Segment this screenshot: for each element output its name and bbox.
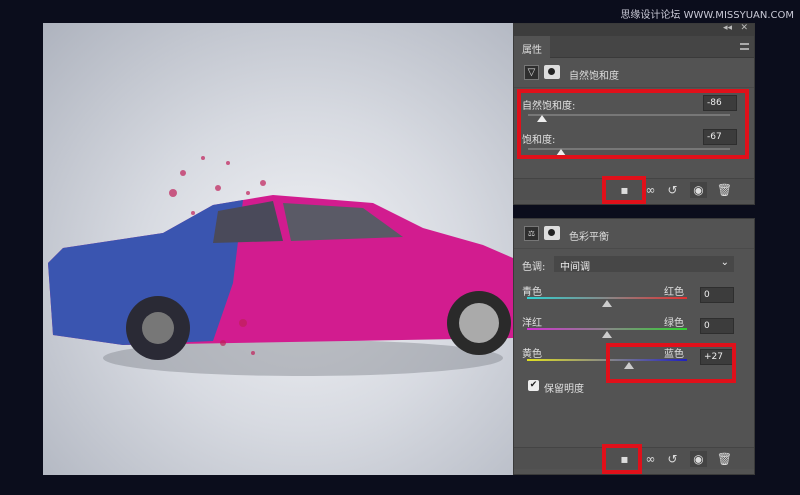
panel-tabs: 属性 [514,36,754,58]
slider-right-label: 红色 [664,287,684,298]
layer-mask-icon[interactable] [544,226,560,240]
collapse-icon[interactable]: ◂◂ [723,23,732,33]
visibility-eye-icon[interactable]: ◉ [690,182,707,198]
chevron-down-icon: ⌄ [720,257,729,268]
panel-topbar: ◂◂ ✕ [514,23,754,36]
close-icon[interactable]: ✕ [740,23,748,33]
document-canvas[interactable] [43,23,513,475]
tab-properties[interactable]: 属性 [514,36,550,58]
vibrance-adjustment-icon: ▽ [524,65,539,80]
slider-value-input[interactable]: 0 [700,287,734,303]
tone-select[interactable]: 中间调 ⌄ [554,256,734,273]
panel-title: 色彩平衡 [569,232,609,243]
panel-header: ▽ 自然饱和度 [514,58,754,88]
highlight-box [602,176,646,204]
tone-label: 色调: [522,262,546,273]
color-balance-slider-thumb[interactable] [602,300,612,307]
delete-icon[interactable]: 🗑 [716,451,733,467]
visibility-eye-icon[interactable]: ◉ [690,451,707,467]
slider-left-label: 青色 [522,287,542,298]
slider-left-label: 黄色 [522,349,542,360]
panel-title: 自然饱和度 [569,71,619,82]
highlight-box [606,343,736,383]
slider-value-input[interactable]: 0 [700,318,734,334]
color-balance-slider[interactable] [527,328,687,330]
panel-menu-icon[interactable] [740,43,749,50]
tone-select-value: 中间调 [560,262,590,273]
properties-panel-vibrance: ◂◂ ✕ 属性 ▽ 自然饱和度 自然饱和度: -86 饱和度: -67 ▪ ∞ … [513,23,755,205]
preserve-luminosity-checkbox[interactable]: ✔ [528,380,539,391]
delete-icon[interactable]: 🗑 [716,182,733,198]
color-balance-icon: ⚖ [524,226,539,241]
highlight-box [517,89,749,159]
highlight-box [602,444,642,474]
watermark: 思缘设计论坛 WWW.MISSYUAN.COM [620,10,794,21]
preserve-luminosity-label: 保留明度 [544,384,584,395]
view-previous-state-icon[interactable]: ∞ [642,451,659,467]
car-image [48,156,513,376]
reset-icon[interactable]: ↺ [664,451,681,467]
color-balance-slider-thumb[interactable] [602,331,612,338]
slider-right-label: 绿色 [664,318,684,329]
layer-mask-icon[interactable] [544,65,560,79]
panel-header: ⚖ 色彩平衡 [514,219,754,249]
properties-panel-color-balance: ⚖ 色彩平衡 色调: 中间调 ⌄ 青色 红色 0 洋红 绿色 0 黄色 蓝色 +2… [513,218,755,475]
reset-icon[interactable]: ↺ [664,182,681,198]
color-balance-slider[interactable] [527,297,687,299]
slider-left-label: 洋红 [522,318,542,329]
